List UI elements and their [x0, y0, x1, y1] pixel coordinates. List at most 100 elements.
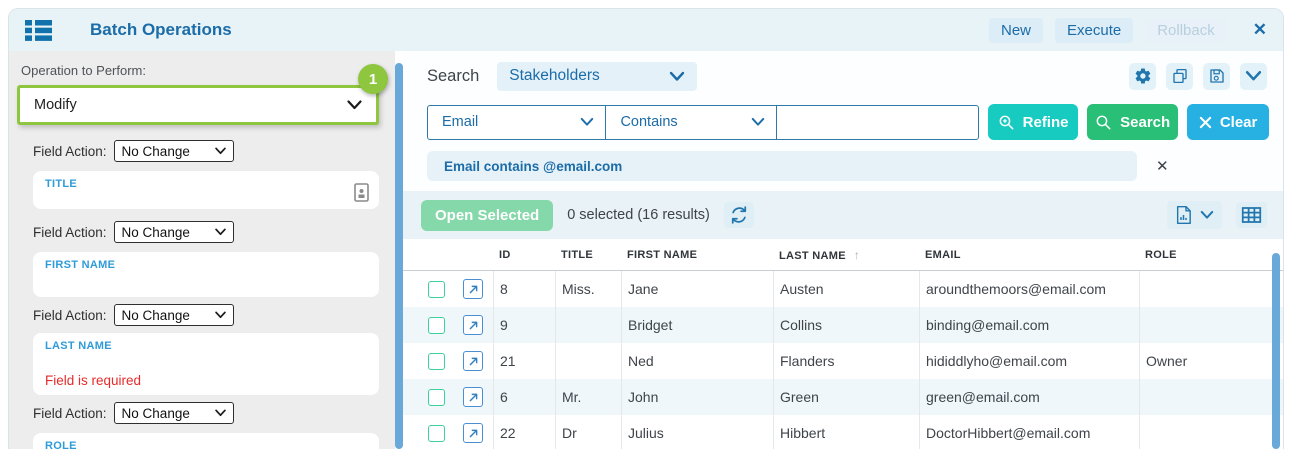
- field-action-label: Field Action:: [33, 143, 107, 159]
- chevron-down-icon: [214, 228, 226, 236]
- contact-picker-icon[interactable]: [354, 183, 369, 207]
- batch-operations-dialog: Batch Operations New Execute Rollback ✕ …: [8, 8, 1284, 449]
- refresh-icon: [731, 206, 746, 224]
- table-scrollbar[interactable]: [1272, 253, 1280, 449]
- cell-role: [1139, 415, 1283, 449]
- clear-button[interactable]: Clear: [1187, 104, 1269, 140]
- column-header-email[interactable]: EMAIL: [919, 249, 1139, 261]
- operation-select[interactable]: Modify: [17, 85, 379, 125]
- search-label: Search: [427, 66, 480, 85]
- chevron-down-icon: [214, 147, 226, 155]
- role-field[interactable]: ROLE: [33, 433, 379, 449]
- column-header-role[interactable]: ROLE: [1139, 249, 1283, 261]
- open-arrow-icon: [469, 285, 477, 293]
- cell-title: [555, 307, 621, 343]
- search-icon: [1096, 115, 1111, 129]
- row-checkbox[interactable]: [427, 352, 445, 370]
- row-checkbox[interactable]: [427, 424, 445, 442]
- search-operator-select[interactable]: Contains: [606, 105, 777, 139]
- cell-email: binding@email.com: [919, 307, 1139, 343]
- selection-status: 0 selected (16 results): [567, 207, 710, 223]
- report-chart-icon: [1176, 205, 1191, 225]
- search-entity-select[interactable]: Stakeholders: [497, 61, 698, 91]
- open-record-button[interactable]: [463, 423, 483, 443]
- field-action-select-first-name[interactable]: No Change: [113, 221, 234, 243]
- top-actions: New Execute Rollback ✕: [989, 17, 1267, 43]
- page-title: Batch Operations: [90, 20, 232, 39]
- rollback-button[interactable]: Rollback: [1145, 17, 1227, 43]
- search-value-input[interactable]: [777, 105, 978, 139]
- refine-label: Refine: [1022, 113, 1069, 131]
- open-record-button[interactable]: [463, 279, 483, 299]
- cell-first-name: Bridget: [621, 307, 773, 343]
- cell-id: 6: [493, 379, 555, 415]
- role-field-label: ROLE: [45, 440, 77, 449]
- open-arrow-icon: [469, 429, 477, 437]
- chevron-down-icon: [751, 117, 765, 126]
- open-selected-button[interactable]: Open Selected: [421, 199, 554, 231]
- column-header-title[interactable]: TITLE: [555, 249, 621, 261]
- sort-asc-icon: ↑: [853, 247, 861, 262]
- search-panel: Search Stakeholders Email Contains Refin…: [403, 51, 1283, 449]
- title-field[interactable]: TITLE: [33, 171, 379, 209]
- export-report-button[interactable]: [1167, 201, 1222, 229]
- copy-search-button[interactable]: [1166, 62, 1193, 90]
- open-arrow-icon: [469, 393, 477, 401]
- open-record-button[interactable]: [463, 351, 483, 371]
- field-action-value: No Change: [121, 405, 190, 421]
- field-action-label: Field Action:: [33, 405, 107, 421]
- table-row[interactable]: 9 Bridget Collins binding@email.com: [403, 307, 1283, 343]
- field-action-select-title[interactable]: No Change: [113, 140, 234, 162]
- cell-role: [1139, 307, 1283, 343]
- column-header-last-name[interactable]: LAST NAME ↑: [773, 248, 919, 262]
- row-checkbox[interactable]: [427, 388, 445, 406]
- field-action-select-last-name[interactable]: No Change: [113, 304, 234, 326]
- clear-label: Clear: [1219, 113, 1258, 131]
- column-header-first-name[interactable]: FIRST NAME: [621, 249, 773, 261]
- search-button-label: Search: [1120, 113, 1171, 131]
- batch-grid-icon[interactable]: [25, 19, 52, 42]
- grid-view-button[interactable]: [1236, 202, 1267, 228]
- gear-icon: [1135, 68, 1150, 84]
- open-record-button[interactable]: [463, 315, 483, 335]
- open-record-button[interactable]: [463, 387, 483, 407]
- cell-id: 21: [493, 343, 555, 379]
- search-field-select[interactable]: Email: [428, 105, 607, 139]
- operation-label: Operation to Perform:: [21, 63, 146, 78]
- refresh-button[interactable]: [723, 202, 754, 228]
- results-table-header: ID TITLE FIRST NAME LAST NAME ↑ EMAIL ROL…: [403, 239, 1283, 271]
- sidebar-scrollbar[interactable]: [395, 63, 403, 449]
- cell-title: [555, 343, 621, 379]
- refine-button[interactable]: Refine: [988, 104, 1079, 140]
- last-name-field-label: LAST NAME: [45, 340, 112, 352]
- field-action-value: No Change: [121, 307, 190, 323]
- execute-button[interactable]: Execute: [1055, 17, 1134, 43]
- search-button[interactable]: Search: [1087, 104, 1179, 140]
- table-row[interactable]: 8 Miss. Jane Austen aroundthemoors@email…: [403, 271, 1283, 307]
- new-button[interactable]: New: [989, 17, 1044, 43]
- last-name-field[interactable]: LAST NAME Field is required: [33, 333, 379, 395]
- title-field-label: TITLE: [45, 178, 78, 190]
- cell-last-name: Collins: [773, 307, 919, 343]
- close-icon[interactable]: ✕: [1253, 20, 1267, 40]
- table-row[interactable]: 21 Ned Flanders hididdlyho@email.com Own…: [403, 343, 1283, 379]
- chevron-down-icon: [581, 117, 594, 126]
- chevron-down-icon: [1200, 210, 1214, 219]
- cell-email: DoctorHibbert@email.com: [919, 415, 1139, 449]
- collapse-search-button[interactable]: [1240, 62, 1267, 90]
- first-name-field[interactable]: FIRST NAME: [33, 252, 379, 297]
- table-row[interactable]: 22 Dr Julius Hibbert DoctorHibbert@email…: [403, 415, 1283, 449]
- table-row[interactable]: 6 Mr. John Green green@email.com: [403, 379, 1283, 415]
- remove-filter-icon[interactable]: ✕: [1156, 157, 1169, 175]
- settings-button[interactable]: [1129, 62, 1156, 90]
- search-entity-value: Stakeholders: [509, 67, 600, 84]
- chevron-down-icon: [214, 311, 226, 319]
- field-action-label: Field Action:: [33, 307, 107, 323]
- cell-title: Miss.: [555, 271, 621, 307]
- row-checkbox[interactable]: [427, 280, 445, 298]
- column-header-id[interactable]: ID: [493, 249, 555, 261]
- top-bar: Batch Operations New Execute Rollback ✕: [9, 9, 1283, 51]
- field-action-select-role[interactable]: No Change: [113, 402, 234, 424]
- row-checkbox[interactable]: [427, 316, 445, 334]
- save-search-button[interactable]: [1203, 62, 1230, 90]
